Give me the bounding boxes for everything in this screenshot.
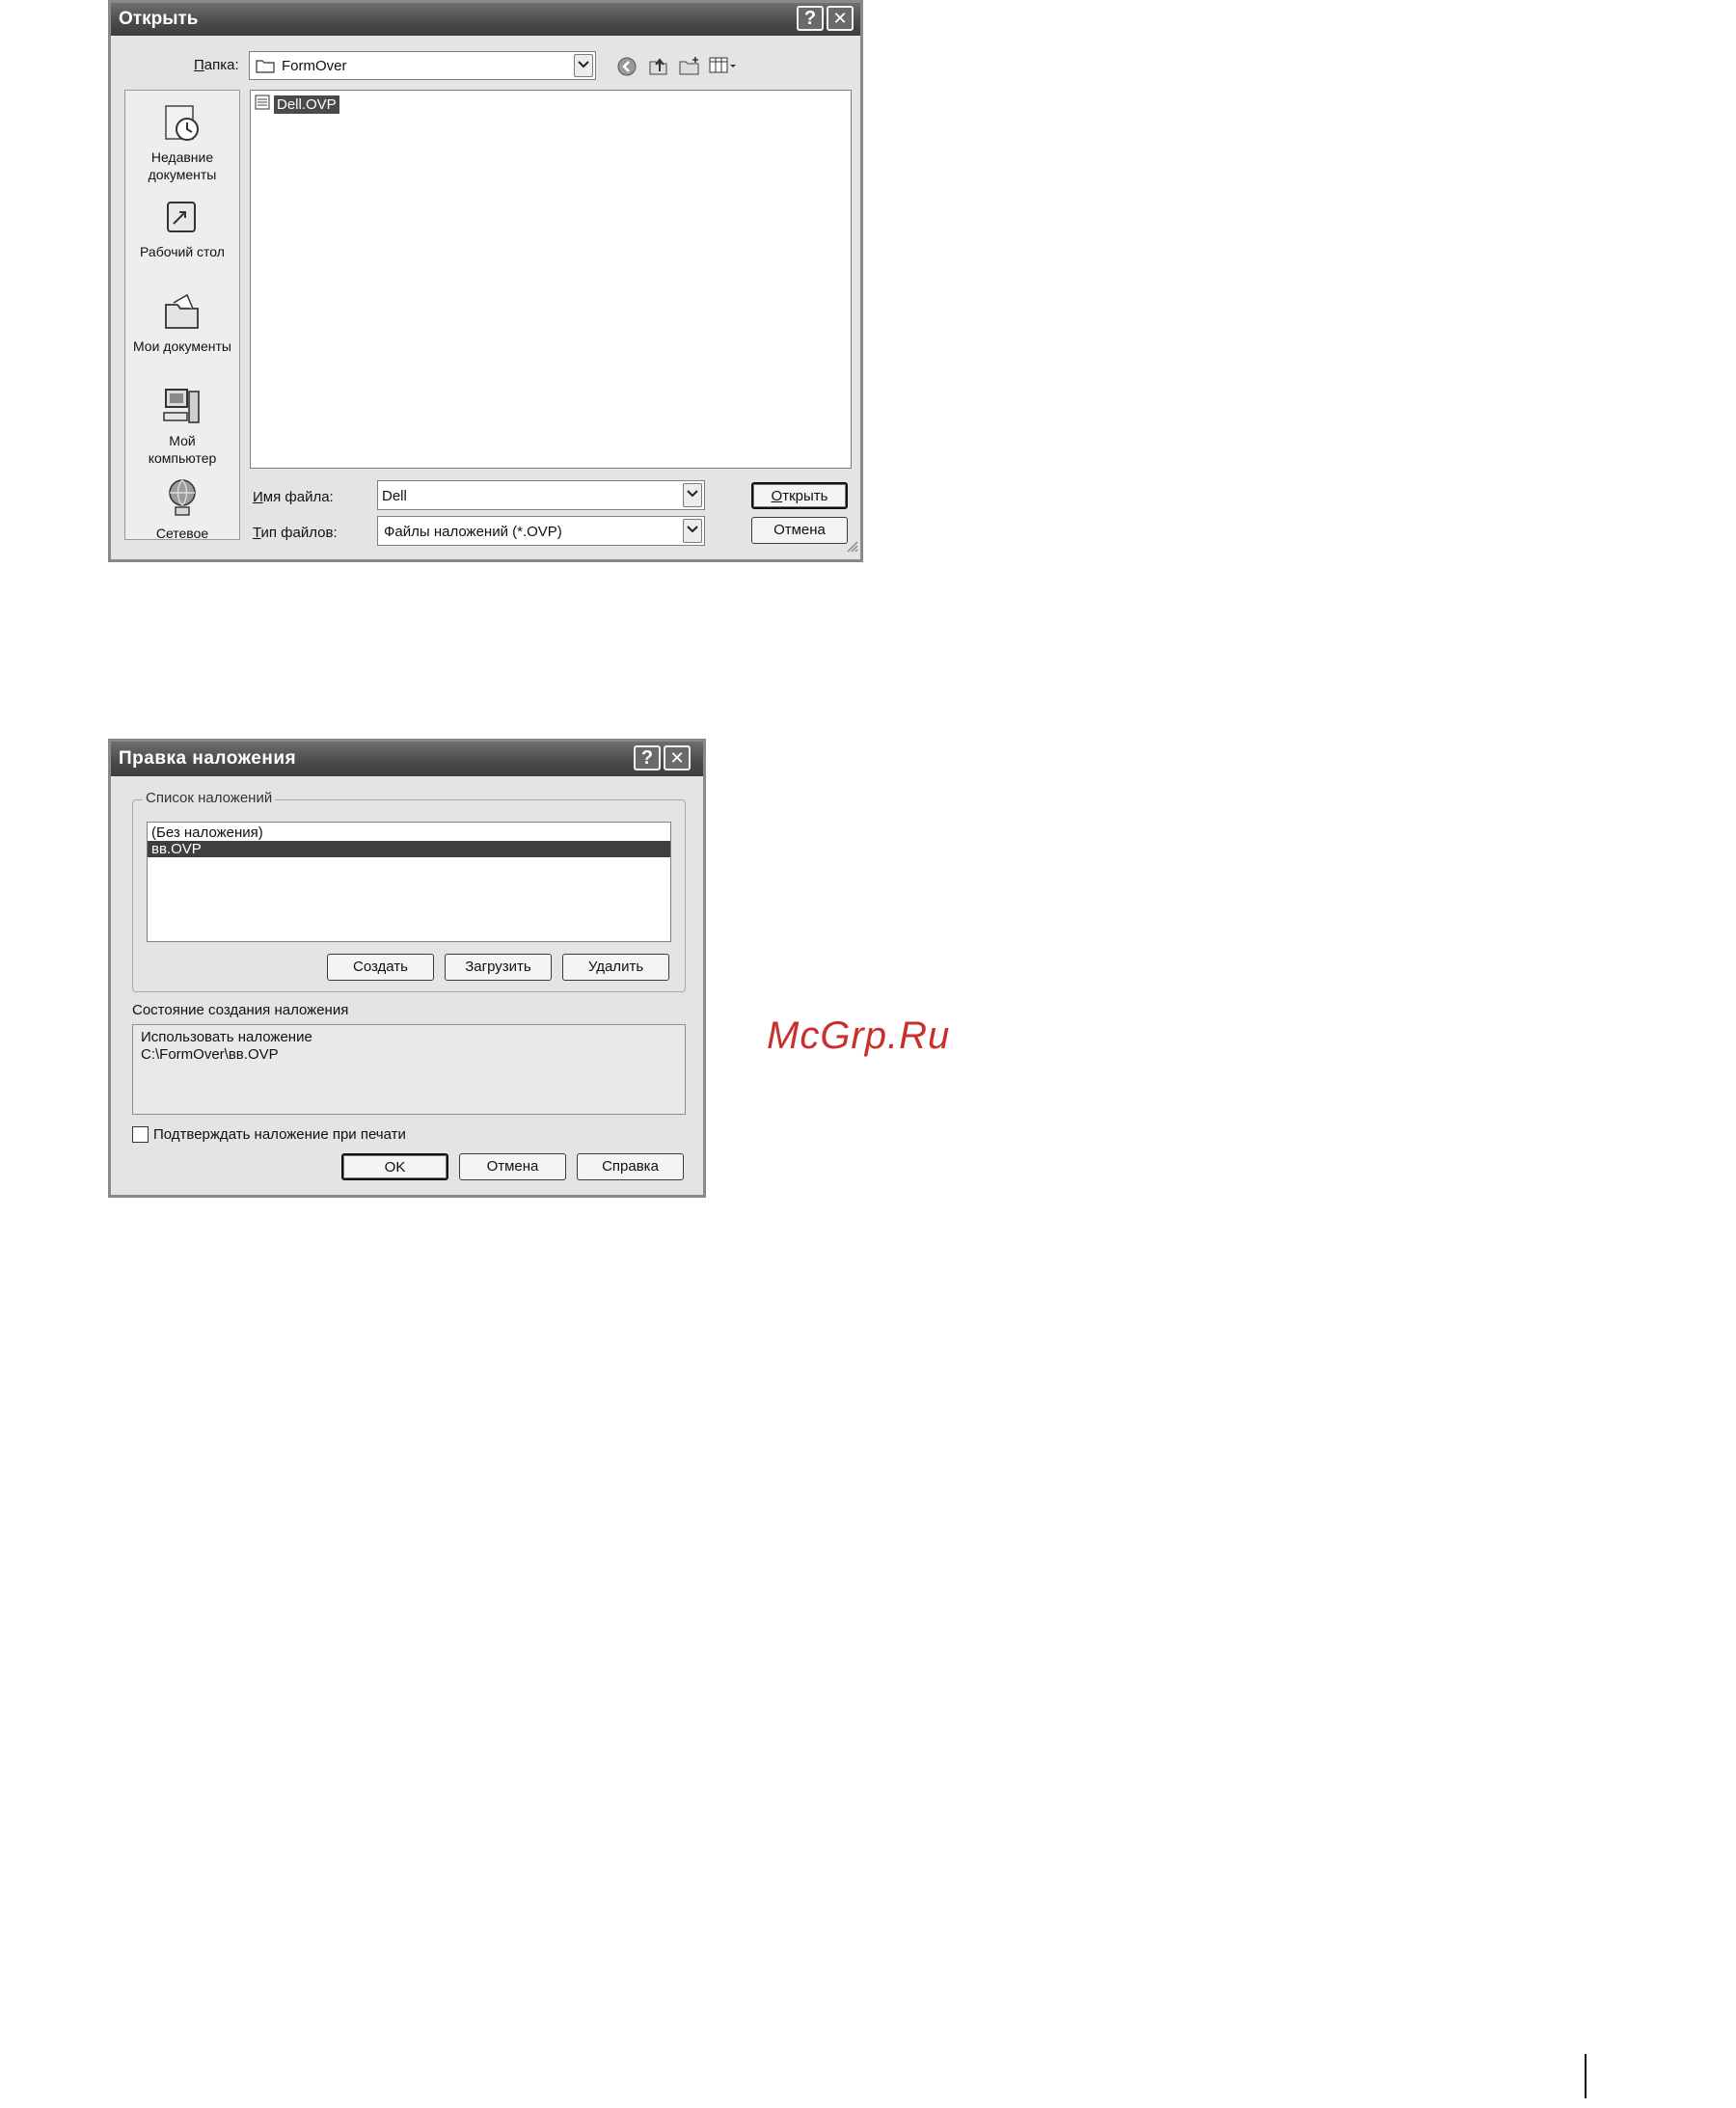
overlay-dialog: Правка наложения ? ✕ Список наложений (Б… <box>108 739 706 1198</box>
places-bar: Недавние документы Рабочий стол Мои доку… <box>124 90 240 542</box>
overlay-list-group: Список наложений (Без наложения) вв.OVP … <box>132 790 686 992</box>
help-text-button[interactable]: Справка <box>577 1153 684 1180</box>
open-dialog-titlebar[interactable]: Открыть <box>111 3 860 36</box>
watermark-text: McGrp.Ru <box>767 1014 951 1057</box>
filename-input[interactable]: Dell <box>377 480 705 510</box>
list-item[interactable]: вв.OVP <box>148 841 670 857</box>
cancel-button[interactable]: Отмена <box>751 517 848 544</box>
place-network-line1: Сетевое <box>155 526 209 541</box>
filename-dropdown-button[interactable] <box>683 483 702 507</box>
page-margin-bar <box>1585 2054 1587 2098</box>
chevron-down-icon <box>687 490 698 498</box>
desktop-icon <box>167 202 196 232</box>
filename-label-rest: мя файла: <box>262 489 334 505</box>
list-item[interactable]: (Без наложения) <box>148 824 670 841</box>
place-desktop[interactable]: Рабочий стол <box>125 195 239 260</box>
file-list[interactable]: Dell.OVP <box>250 90 852 469</box>
resize-grip-icon[interactable] <box>845 539 858 557</box>
file-item-label: Dell.OVP <box>274 95 339 114</box>
open-dialog-title: Открыть <box>119 9 199 29</box>
folder-icon <box>256 58 275 78</box>
place-recent-line1: Недавние <box>150 149 214 165</box>
ovp-file-icon <box>254 94 271 116</box>
open-button[interactable]: Открыть <box>751 482 848 509</box>
chevron-down-icon <box>687 526 698 533</box>
place-desktop-line1: Рабочий стол <box>140 244 225 259</box>
chevron-down-icon <box>578 61 589 68</box>
filetype-dropdown-button[interactable] <box>683 519 702 543</box>
overlay-close-button[interactable]: ✕ <box>664 745 691 770</box>
help-button[interactable]: ? <box>797 6 824 31</box>
recent-documents-icon <box>165 105 199 141</box>
folder-select[interactable]: FormOver <box>249 51 596 80</box>
place-my-computer-line2: компьютер <box>148 450 217 466</box>
filename-value: Dell <box>382 488 407 504</box>
overlay-help-button[interactable]: ? <box>634 745 661 770</box>
status-line1: Использовать наложение <box>141 1029 312 1045</box>
status-line2: C:\FormOver\вв.OVP <box>141 1046 279 1063</box>
place-recent-documents[interactable]: Недавние документы <box>125 100 239 183</box>
folder-dropdown-button[interactable] <box>574 54 593 77</box>
place-network[interactable]: Сетевое <box>125 476 239 542</box>
delete-button[interactable]: Удалить <box>562 954 669 981</box>
close-button[interactable]: ✕ <box>827 6 854 31</box>
view-menu-icon[interactable] <box>709 56 738 80</box>
place-my-documents[interactable]: Мои документы <box>125 289 239 355</box>
filetype-select[interactable]: Файлы наложений (*.OVP) <box>377 516 705 546</box>
network-icon <box>169 479 196 516</box>
place-my-computer[interactable]: Мой компьютер <box>125 384 239 467</box>
overlay-list-group-label: Список наложений <box>143 790 276 806</box>
create-button[interactable]: Создать <box>327 954 434 981</box>
back-icon[interactable] <box>616 56 637 82</box>
my-documents-icon <box>165 293 199 329</box>
overlay-dialog-title: Правка наложения <box>119 748 297 769</box>
confirm-checkbox[interactable] <box>132 1126 149 1143</box>
overlay-cancel-button[interactable]: Отмена <box>459 1153 566 1180</box>
my-computer-icon <box>163 389 200 423</box>
confirm-checkbox-label: Подтверждать наложение при печати <box>153 1126 406 1143</box>
ok-button[interactable]: OK <box>341 1153 448 1180</box>
confirm-checkbox-row[interactable]: Подтверждать наложение при печати <box>132 1126 406 1143</box>
folder-value: FormOver <box>282 58 347 74</box>
open-dialog: Открыть ? ✕ Папка: FormOver Недавние док… <box>108 0 863 562</box>
place-recent-line2: документы <box>148 167 217 182</box>
filetype-label-rest: ип файлов: <box>260 525 338 541</box>
overlay-dialog-titlebar[interactable]: Правка наложения <box>111 742 703 776</box>
new-folder-icon[interactable] <box>678 55 701 81</box>
place-my-documents-line1: Мои документы <box>132 338 231 354</box>
status-box: Использовать наложение C:\FormOver\вв.OV… <box>132 1024 686 1115</box>
filetype-value: Файлы наложений (*.OVP) <box>384 524 562 540</box>
place-my-computer-line1: Мой <box>169 433 196 448</box>
overlay-list[interactable]: (Без наложения) вв.OVP <box>147 822 671 942</box>
file-item[interactable]: Dell.OVP <box>254 94 339 115</box>
load-button[interactable]: Загрузить <box>445 954 552 981</box>
filename-label: Имя файла: <box>253 489 334 505</box>
filetype-label: Тип файлов: <box>253 525 338 541</box>
up-folder-icon[interactable] <box>647 54 670 82</box>
folder-label: Папка: <box>194 57 239 73</box>
status-label: Состояние создания наложения <box>132 1002 349 1018</box>
